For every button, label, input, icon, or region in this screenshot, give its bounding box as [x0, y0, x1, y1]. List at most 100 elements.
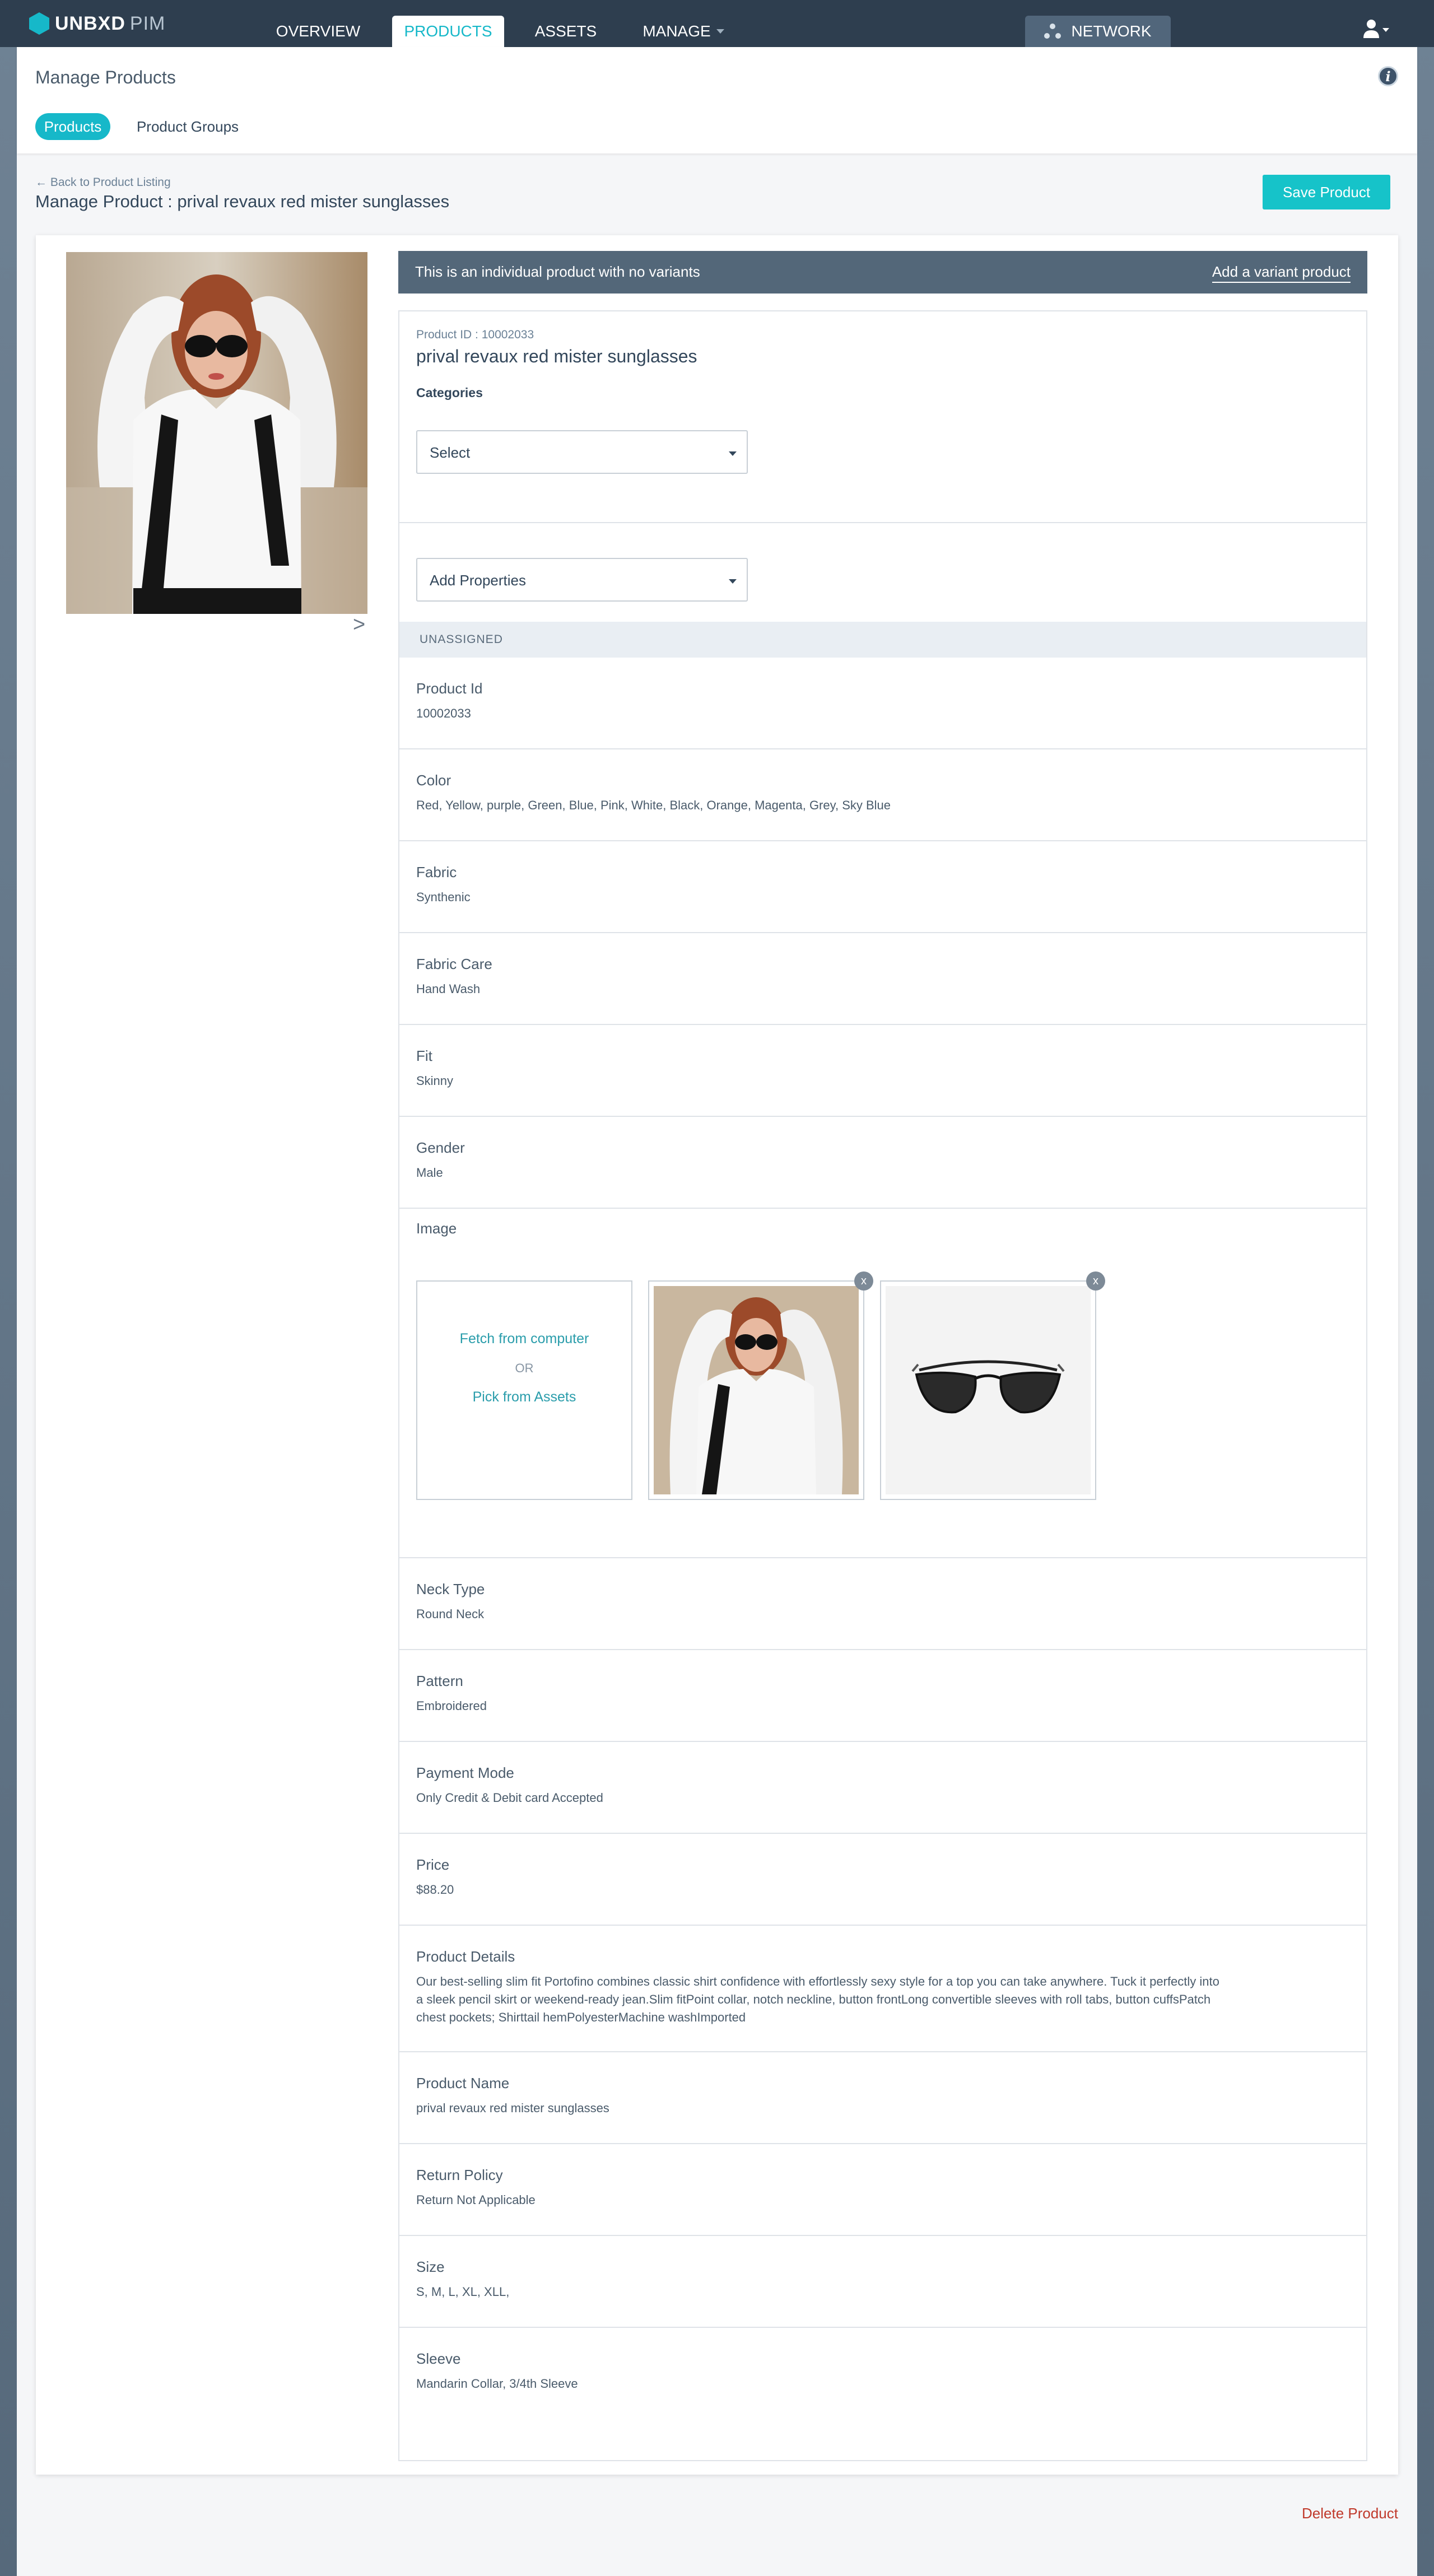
property-value[interactable]: 10002033 [416, 705, 1223, 723]
info-icon[interactable]: i [1378, 66, 1398, 86]
add-properties-select[interactable]: Add Properties [416, 558, 748, 602]
nav-tab-manage[interactable]: MANAGE [633, 16, 734, 47]
nav-tab-assets[interactable]: ASSETS [527, 16, 605, 47]
chevron-down-icon [716, 29, 724, 34]
unassigned-label: UNASSIGNED [420, 633, 503, 646]
property-value[interactable]: Return Not Applicable [416, 2191, 1223, 2209]
property-value[interactable]: prival revaux red mister sunglasses [416, 2099, 1223, 2117]
save-product-button[interactable]: Save Product [1263, 175, 1390, 209]
property-label: Neck Type [416, 1581, 485, 1597]
property-label: Pattern [416, 1673, 463, 1689]
network-icon [1044, 24, 1061, 39]
property-value[interactable]: Embroidered [416, 1697, 1223, 1715]
model-photo [66, 252, 367, 614]
user-menu-icon[interactable] [1362, 18, 1390, 40]
product-id-line: Product ID : 10002033 [416, 328, 534, 341]
property-row-product-name: Product Name prival revaux red mister su… [399, 2052, 1366, 2144]
nav-tab-manage-label: MANAGE [642, 22, 711, 40]
property-row-product-id: Product Id 10002033 [399, 658, 1366, 749]
product-heading: Manage Product : prival revaux red miste… [35, 192, 450, 211]
variant-message: This is an individual product with no va… [415, 263, 700, 280]
property-label: Size [416, 2258, 445, 2275]
background-side [1417, 0, 1434, 2576]
nav-tab-products[interactable]: PRODUCTS [392, 16, 504, 47]
property-row-fit: Fit Skinny [399, 1025, 1366, 1117]
categories-label: Categories [416, 385, 483, 400]
property-label: Price [416, 1856, 450, 1873]
property-row-sleeve: Sleeve Mandarin Collar, 3/4th Sleeve [399, 2328, 1366, 2420]
property-row-neck-type: Neck Type Round Neck [399, 1558, 1366, 1650]
property-label: Product Id [416, 680, 483, 697]
property-row-gender: Gender Male [399, 1117, 1366, 1209]
property-row-size: Size S, M, L, XL, XLL, [399, 2236, 1366, 2328]
subtab-product-groups[interactable]: Product Groups [129, 113, 246, 140]
add-properties-select-value: Add Properties [430, 572, 526, 589]
image-upload-box: Fetch from computer OR Pick from Assets [416, 1280, 632, 1500]
property-label: Color [416, 772, 451, 789]
property-value[interactable]: Red, Yellow, purple, Green, Blue, Pink, … [416, 796, 1223, 814]
pick-from-assets-link[interactable]: Pick from Assets [417, 1389, 631, 1405]
network-button[interactable]: NETWORK [1025, 16, 1171, 47]
property-label: Fabric Care [416, 956, 492, 972]
back-link-label: Back to Product Listing [50, 176, 171, 189]
property-value[interactable]: Our best-selling slim fit Portofino comb… [416, 1973, 1223, 2027]
property-row-payment-mode: Payment Mode Only Credit & Debit card Ac… [399, 1742, 1366, 1834]
property-row-image: Image Fetch from computer OR Pick from A… [399, 1209, 1366, 1558]
network-label: NETWORK [1071, 22, 1152, 40]
variant-bar: This is an individual product with no va… [398, 251, 1367, 294]
remove-image-icon[interactable]: x [854, 1271, 873, 1291]
back-to-listing-link[interactable]: ← Back to Product Listing [35, 176, 171, 189]
image-thumbnail[interactable]: x [880, 1271, 1105, 1500]
page-title: Manage Products [35, 67, 176, 87]
gallery-next-icon[interactable]: > [353, 613, 365, 637]
property-value[interactable]: Male [416, 1164, 1223, 1182]
fetch-from-computer-link[interactable]: Fetch from computer [417, 1331, 631, 1347]
property-label: Return Policy [416, 2167, 503, 2183]
property-row-color: Color Red, Yellow, purple, Green, Blue, … [399, 749, 1366, 841]
property-value[interactable]: Skinny [416, 1072, 1223, 1090]
add-variant-link[interactable]: Add a variant product [1212, 263, 1351, 283]
page-header: Manage Products i Products Product Group… [17, 47, 1417, 153]
delete-product-link[interactable]: Delete Product [1302, 2505, 1398, 2522]
property-label: Sleeve [416, 2350, 461, 2367]
categories-select-value: Select [430, 444, 471, 461]
or-separator: OR [515, 1361, 534, 1375]
page: Manage Products i Products Product Group… [17, 47, 1417, 2576]
property-row-pattern: Pattern Embroidered [399, 1650, 1366, 1742]
product-name-title: prival revaux red mister sunglasses [416, 346, 697, 366]
property-label: Gender [416, 1139, 465, 1156]
property-value[interactable]: $88.20 [416, 1881, 1223, 1899]
property-value[interactable]: Round Neck [416, 1605, 1223, 1623]
thumbnail-model-photo [654, 1286, 859, 1494]
property-label: Payment Mode [416, 1764, 514, 1781]
product-card: > This is an individual product with no … [36, 235, 1398, 2475]
property-value[interactable]: Synthenic [416, 888, 1223, 906]
property-value[interactable]: Mandarin Collar, 3/4th Sleeve [416, 2375, 1223, 2393]
background-side [0, 0, 17, 2576]
property-value[interactable]: S, M, L, XL, XLL, [416, 2283, 1223, 2301]
unassigned-header: UNASSIGNED [399, 622, 1366, 658]
subtab-products[interactable]: Products [35, 113, 110, 140]
categories-select[interactable]: Select [416, 430, 748, 474]
remove-image-icon[interactable]: x [1086, 1271, 1105, 1291]
logo-text: UNBXD PIM [55, 12, 166, 34]
property-row-product-details: Product Details Our best-selling slim fi… [399, 1926, 1366, 2052]
product-details-panel: Product ID : 10002033 prival revaux red … [398, 310, 1367, 2461]
property-row-return-policy: Return Policy Return Not Applicable [399, 2144, 1366, 2236]
chevron-down-icon [729, 579, 737, 584]
property-row-fabric-care: Fabric Care Hand Wash [399, 933, 1366, 1025]
property-label: Product Details [416, 1948, 515, 1965]
brand-logo[interactable]: UNBXD PIM [29, 12, 165, 35]
property-row-price: Price $88.20 [399, 1834, 1366, 1926]
product-main-image[interactable] [66, 252, 367, 614]
property-value[interactable]: Only Credit & Debit card Accepted [416, 1789, 1223, 1807]
chevron-down-icon [729, 451, 737, 456]
property-label: Fabric [416, 864, 457, 881]
nav-tab-overview[interactable]: OVERVIEW [268, 16, 369, 47]
property-value[interactable]: Hand Wash [416, 980, 1223, 998]
image-thumbnail[interactable]: x [648, 1271, 873, 1500]
property-label: Image [416, 1220, 457, 1237]
top-nav: UNBXD PIM OVERVIEW PRODUCTS ASSETS MANAGE… [0, 0, 1434, 47]
property-label: Product Name [416, 2075, 510, 2091]
arrow-left-icon: ← [35, 176, 47, 189]
